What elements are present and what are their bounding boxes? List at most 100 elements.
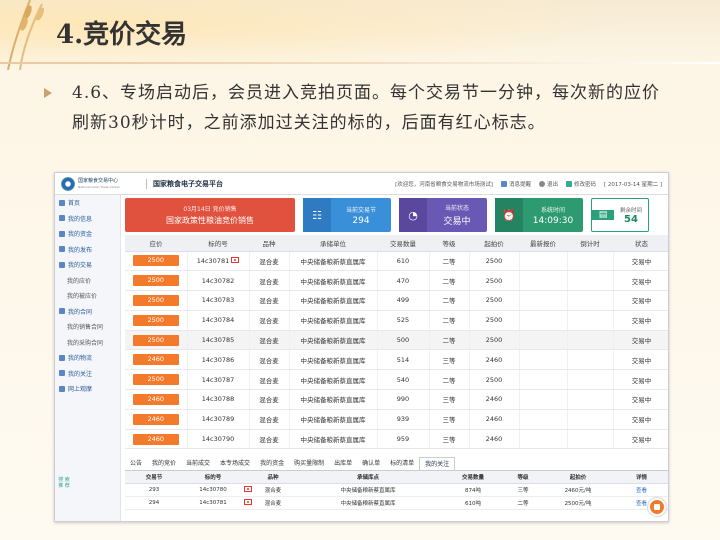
grade-cell: 二等 (429, 270, 470, 292)
sidebar-item[interactable]: 我的合同 (55, 304, 120, 320)
sidebar-item[interactable]: 我的物流 (55, 350, 120, 366)
session-cell: 294 (125, 496, 183, 510)
bid-price-button[interactable]: 2460 (132, 433, 179, 445)
favorite-heart-icon (244, 498, 252, 505)
sidebar-item[interactable]: 我的被应价 (55, 288, 120, 304)
sidebar-item[interactable]: 我的销售合同 (55, 319, 120, 335)
quantity-cell: 499 (377, 290, 430, 311)
grade-cell: 三等 (429, 409, 470, 430)
tab[interactable]: 确认单 (357, 457, 385, 470)
bid-price-button[interactable]: 2500 (132, 334, 179, 346)
session-cell: 293 (125, 483, 183, 497)
table-row: 294 14c30781 混合麦 中央储备粮新蔡直属库 610吨 二等 2500元/吨 查看 (125, 496, 668, 510)
latest-price-cell (519, 409, 568, 430)
sidebar-item-label: 我的发布 (68, 246, 93, 254)
remaining-time-value: 54 (624, 213, 638, 225)
sidebar-item[interactable]: 我的发布 (55, 242, 120, 258)
column-header: 应价 (125, 235, 187, 252)
column-header: 状态 (613, 235, 668, 252)
column-header: 等级 (429, 235, 469, 252)
lot-number: 14c30781 (196, 256, 230, 265)
slide-title: 4.竞价交易 (56, 20, 188, 50)
sidebar-item[interactable]: 我的关注 (55, 366, 120, 382)
tab[interactable]: 购买量限制 (289, 457, 329, 470)
storage-unit-cell: 中央储备粮新蔡直属库 (289, 349, 378, 371)
sidebar-item[interactable]: 我的信息 (55, 211, 120, 227)
storage-unit-cell: 中央储备粮新蔡直属库 (289, 310, 378, 331)
bid-price-button[interactable]: 2500 (132, 294, 179, 306)
column-header: 品种 (249, 235, 289, 252)
column-header: 标的号 (183, 471, 243, 484)
start-price-cell: 2500元/吨 (543, 496, 613, 510)
sidebar-item[interactable]: 我的应价 (55, 273, 120, 289)
tab[interactable]: 我的关注 (419, 457, 456, 471)
sidebar-item[interactable]: 我的采购合同 (55, 335, 120, 351)
lot-number: 14c30780 (183, 483, 243, 497)
sidebar-item[interactable]: 我的交易 (55, 257, 120, 273)
table-row: 2500 14c30781 混合麦 中央储备粮新蔡直属库 610 二等 2500 交易中 (125, 251, 668, 272)
tab[interactable]: 我的资金 (255, 457, 289, 470)
sidebar-item-label: 我的物流 (68, 355, 93, 363)
tab[interactable]: 我的竞价 (147, 457, 181, 470)
title-divider (0, 62, 720, 64)
grade-cell: 二等 (429, 290, 470, 311)
lot-number: 14c30789 (201, 415, 235, 424)
countdown-cell (567, 389, 614, 410)
sitemap-icon: ☷ (303, 198, 331, 232)
tab[interactable]: 出库单 (329, 457, 357, 470)
status-cards: 03月14日 竞价销售 国家政策性粮油竞价销售 ☷ 当前交易节 294 ◔ 当前状… (125, 195, 668, 235)
variety-cell: 混合麦 (249, 251, 290, 272)
table-row: 2500 14c30783 混合麦 中央储备粮新蔡直属库 499 二等 2500 交易中 (125, 290, 668, 311)
app-screenshot: 国家粮食交易中心 National Grain Trade Center 国家粮… (54, 172, 669, 522)
search-recommend[interactable]: 搜 索 推 荐 (57, 477, 71, 489)
bid-price-button[interactable]: 2460 (132, 413, 179, 425)
sidebar-item[interactable]: 我的资金 (55, 226, 120, 242)
platform-title: 国家粮食电子交易平台 (146, 178, 223, 189)
variety-cell: 混合麦 (249, 270, 290, 292)
countdown-cell (567, 310, 614, 331)
bid-price-button[interactable]: 2500 (132, 374, 179, 386)
column-header: 倒计时 (567, 235, 613, 252)
start-price-cell: 2460元/吨 (543, 483, 613, 497)
menu-icon (59, 215, 65, 222)
tab[interactable]: 当前成交 (181, 457, 215, 470)
sidebar-item[interactable]: 首页 (55, 195, 120, 211)
tab[interactable]: 本专场成交 (215, 457, 255, 470)
sidebar-item-label: 我的应价 (67, 277, 92, 285)
storage-unit-cell: 中央储备粮新蔡直属库 (289, 429, 378, 450)
countdown-cell (567, 349, 614, 371)
countdown-cell (567, 369, 614, 391)
bid-price-button[interactable]: 2460 (132, 354, 179, 366)
floating-action-button[interactable] (648, 498, 666, 516)
menu-icon (59, 246, 65, 253)
sidebar-item-label: 我的采购合同 (67, 339, 104, 347)
menu-icon (59, 308, 65, 315)
menu-icon (59, 370, 65, 377)
sidebar-item-label: 我的资金 (68, 231, 93, 239)
table-row: 2460 14c30788 混合麦 中央储备粮新蔡直属库 990 三等 2460 交易中 (125, 389, 668, 410)
tab[interactable]: 公告 (125, 457, 147, 470)
tab[interactable]: 标的清单 (385, 457, 419, 470)
view-detail-link[interactable]: 查看 (613, 483, 668, 497)
storage-unit-cell: 中央储备粮新蔡直属库 (289, 330, 378, 351)
quantity-cell: 470 (377, 270, 430, 292)
bid-price-button[interactable]: 2500 (132, 255, 179, 267)
storage-point-cell: 中央储备粮新蔡直属库 (293, 483, 443, 497)
bid-price-button[interactable]: 2460 (132, 393, 179, 405)
start-price-cell: 2460 (469, 389, 520, 410)
messages-link[interactable]: 消息提醒 (500, 180, 531, 188)
welcome-text: [欢迎您，河南省粮食交易物流市场测试] (395, 181, 493, 188)
bid-price-button[interactable]: 2500 (132, 275, 179, 287)
change-password-link[interactable]: 修改密码 (565, 180, 596, 188)
quantity-cell: 514 (377, 349, 430, 371)
sidebar-item[interactable]: 网上观摩 (55, 381, 120, 397)
logout-link[interactable]: 退出 (538, 180, 558, 188)
grade-cell: 三等 (429, 389, 470, 410)
quantity-cell: 525 (377, 310, 430, 331)
system-time-card: ⏰ 系统时间 14:09:30 (495, 198, 583, 232)
bid-price-button[interactable]: 2500 (132, 314, 179, 326)
column-header: 承储单位 (289, 235, 377, 252)
start-price-cell: 2460 (469, 349, 520, 371)
grade-cell: 二等 (429, 251, 470, 272)
logo[interactable]: 国家粮食交易中心 National Grain Trade Center (78, 178, 136, 190)
